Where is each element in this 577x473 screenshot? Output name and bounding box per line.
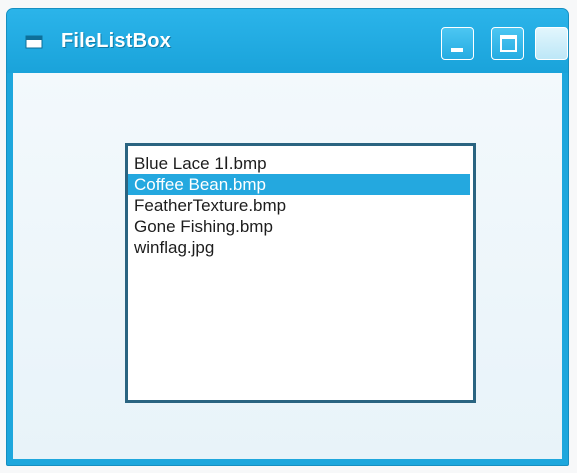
list-item[interactable]: winflag.jpg xyxy=(128,237,473,258)
list-item[interactable]: FeatherTexture.bmp xyxy=(128,195,473,216)
minimize-icon xyxy=(451,48,463,52)
list-item[interactable]: Gone Fishing.bmp xyxy=(128,216,473,237)
maximize-button[interactable] xyxy=(491,27,524,60)
list-item[interactable]: Blue Lace 1Ⅰ.bmp xyxy=(128,153,473,174)
close-button[interactable] xyxy=(535,27,568,60)
minimize-button[interactable] xyxy=(441,27,474,60)
maximize-icon xyxy=(500,35,517,52)
title-bar[interactable]: FileListBox xyxy=(7,9,568,73)
form-client-area: Blue Lace 1Ⅰ.bmp Coffee Bean.bmp Feather… xyxy=(13,73,562,459)
window: FileListBox Blue Lace 1Ⅰ.bmp Coffee Bean… xyxy=(6,8,569,466)
window-title: FileListBox xyxy=(61,30,171,52)
list-item-selected[interactable]: Coffee Bean.bmp xyxy=(128,174,470,195)
file-list-box[interactable]: Blue Lace 1Ⅰ.bmp Coffee Bean.bmp Feather… xyxy=(125,143,476,403)
app-window-icon[interactable] xyxy=(25,35,43,49)
